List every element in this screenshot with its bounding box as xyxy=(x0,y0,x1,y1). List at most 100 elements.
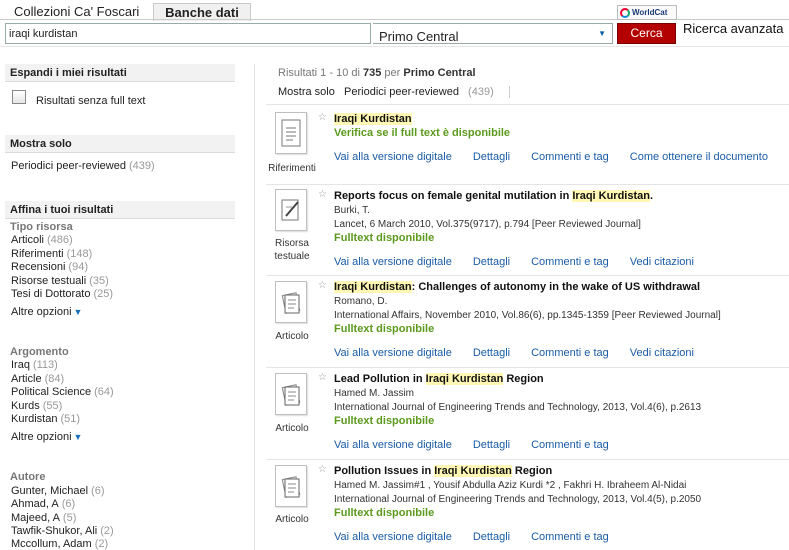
no-fulltext-label[interactable]: Risultati senza full text xyxy=(36,95,145,108)
facet-item[interactable]: Articoli (486) xyxy=(11,234,73,247)
article-type-icon[interactable] xyxy=(275,281,307,323)
availability-status[interactable]: Fulltext disponibile xyxy=(334,322,434,336)
document-icon xyxy=(281,119,301,147)
facet-label: Kurdistan xyxy=(11,413,58,425)
facet-count: (25) xyxy=(93,288,114,300)
details-link[interactable]: Dettagli xyxy=(473,256,510,268)
chevron-down-icon: ▼ xyxy=(73,307,83,317)
details-link[interactable]: Dettagli xyxy=(473,151,510,163)
star-icon[interactable]: ☆ xyxy=(318,112,327,124)
facet-item[interactable]: Kurdistan (51) xyxy=(11,413,80,426)
article-type-icon[interactable] xyxy=(275,465,307,507)
reference-type-icon[interactable] xyxy=(275,112,307,154)
facet-item[interactable]: Tawfik-Shukor, Ali (2) xyxy=(11,525,114,538)
star-icon[interactable]: ☆ xyxy=(318,189,327,201)
star-icon[interactable]: ☆ xyxy=(318,464,327,476)
filter-option[interactable]: Periodici peer-reviewed xyxy=(344,86,459,98)
title-highlight: Iraqi Kurdistan xyxy=(434,465,512,477)
facet-label: Recensioni xyxy=(11,261,66,273)
record-type-label: Articolo xyxy=(275,331,309,342)
article-type-icon[interactable] xyxy=(275,373,307,415)
citations-link[interactable]: Vedi citazioni xyxy=(630,256,694,268)
facet-label: Articoli xyxy=(11,234,45,246)
facet-item[interactable]: Iraq (113) xyxy=(11,359,58,372)
advanced-search-link[interactable]: Ricerca avanzata xyxy=(683,21,783,37)
availability-status[interactable]: Fulltext disponibile xyxy=(334,414,434,428)
star-icon[interactable]: ☆ xyxy=(318,372,327,384)
star-icon[interactable]: ☆ xyxy=(318,280,327,292)
comments-tags-link[interactable]: Commenti e tag xyxy=(531,151,609,163)
facet-count: (2) xyxy=(100,525,114,537)
record-type-label: Articolo xyxy=(275,514,309,525)
record-title[interactable]: Reports focus on female genital mutilati… xyxy=(334,189,653,203)
refine-heading: Affina i tuoi risultati xyxy=(5,201,235,219)
record-title[interactable]: Pollution Issues in Iraqi Kurdistan Regi… xyxy=(334,464,552,478)
details-link[interactable]: Dettagli xyxy=(473,347,510,359)
facet-item[interactable]: Majeed, A (5) xyxy=(11,512,76,525)
details-link[interactable]: Dettagli xyxy=(473,439,510,451)
article-icon xyxy=(281,476,301,498)
results-total: 735 xyxy=(363,67,382,79)
record-title[interactable]: Lead Pollution in Iraqi Kurdistan Region xyxy=(334,372,544,386)
get-document-link[interactable]: Come ottenere il documento xyxy=(630,151,768,163)
comments-tags-link[interactable]: Commenti e tag xyxy=(531,256,609,268)
facet-item[interactable]: Mccollum, Adam (2) xyxy=(11,538,108,550)
facet-count: (64) xyxy=(94,386,114,398)
facet-count: (94) xyxy=(68,261,88,273)
title-highlight: Iraqi Kurdistan xyxy=(572,190,650,202)
comments-tags-link[interactable]: Commenti e tag xyxy=(531,347,609,359)
digital-version-link[interactable]: Vai alla versione digitale xyxy=(334,347,452,359)
facet-count: (2) xyxy=(94,538,109,550)
record-author: Romano, D. xyxy=(334,296,388,307)
sidebar-item-peer-reviewed[interactable]: Periodici peer-reviewed (439) xyxy=(11,160,155,173)
digital-version-link[interactable]: Vai alla versione digitale xyxy=(334,151,452,163)
facet-count: (6) xyxy=(61,498,76,510)
digital-version-link[interactable]: Vai alla versione digitale xyxy=(334,531,452,543)
worldcat-button[interactable]: WorldCat xyxy=(617,5,677,20)
citations-link[interactable]: Vedi citazioni xyxy=(630,347,694,359)
results-scope: Primo Central xyxy=(403,67,476,79)
facet-label: Riferimenti xyxy=(11,248,64,260)
more-options-link[interactable]: Altre opzioni ▼ xyxy=(11,306,82,319)
chevron-down-icon: ▼ xyxy=(73,432,83,442)
facet-item[interactable]: Article (84) xyxy=(11,373,64,386)
column-divider xyxy=(254,64,255,550)
no-fulltext-checkbox[interactable] xyxy=(12,90,26,104)
more-options-link[interactable]: Altre opzioni ▼ xyxy=(11,431,82,444)
search-button[interactable]: Cerca xyxy=(617,23,676,44)
facet-group-title: Argomento xyxy=(10,346,69,358)
text-resource-type-icon[interactable] xyxy=(275,189,307,231)
expand-results-heading: Espandi i miei risultati xyxy=(5,64,235,82)
record-title[interactable]: Iraqi Kurdistan: Challenges of autonomy … xyxy=(334,280,700,294)
digital-version-link[interactable]: Vai alla versione digitale xyxy=(334,439,452,451)
title-part: Region xyxy=(511,465,553,477)
availability-status[interactable]: Fulltext disponibile xyxy=(334,231,434,245)
scope-select-value: Primo Central xyxy=(379,29,459,44)
comments-tags-link[interactable]: Commenti e tag xyxy=(531,439,609,451)
availability-status[interactable]: Verifica se il full text è disponibile xyxy=(334,126,510,140)
record-title[interactable]: Iraqi Kurdistan xyxy=(334,112,412,126)
record-author: Burki, T. xyxy=(334,205,370,216)
comments-tags-link[interactable]: Commenti e tag xyxy=(531,531,609,543)
facet-item[interactable]: Recensioni (94) xyxy=(11,261,88,274)
availability-status[interactable]: Fulltext disponibile xyxy=(334,506,434,520)
facet-label: Iraq xyxy=(11,359,30,371)
facet-item[interactable]: Ahmad, A (6) xyxy=(11,498,75,511)
facet-count: (5) xyxy=(62,512,77,524)
facet-item[interactable]: Kurds (55) xyxy=(11,400,62,413)
facet-item[interactable]: Political Science (64) xyxy=(11,386,114,399)
facet-item[interactable]: Gunter, Michael (6) xyxy=(11,485,105,498)
facet-item[interactable]: Tesi di Dottorato (25) xyxy=(11,288,113,301)
show-only-filter: Mostra solo Periodici peer-reviewed (439… xyxy=(278,86,510,99)
facet-label: Majeed, A xyxy=(11,512,60,524)
result-record: Risorsa testuale ☆ Reports focus on fema… xyxy=(266,184,789,275)
digital-version-link[interactable]: Vai alla versione digitale xyxy=(334,256,452,268)
record-source: Lancet, 6 March 2010, Vol.375(9717), p.7… xyxy=(334,219,641,230)
facet-item[interactable]: Riferimenti (148) xyxy=(11,248,92,261)
details-link[interactable]: Dettagli xyxy=(473,531,510,543)
facet-item[interactable]: Risorse testuali (35) xyxy=(11,275,109,288)
facet-count: (35) xyxy=(89,275,109,287)
record-source: International Journal of Engineering Tre… xyxy=(334,402,702,413)
scope-select[interactable]: Primo Central ▼ xyxy=(373,23,613,44)
search-input[interactable] xyxy=(5,23,371,44)
